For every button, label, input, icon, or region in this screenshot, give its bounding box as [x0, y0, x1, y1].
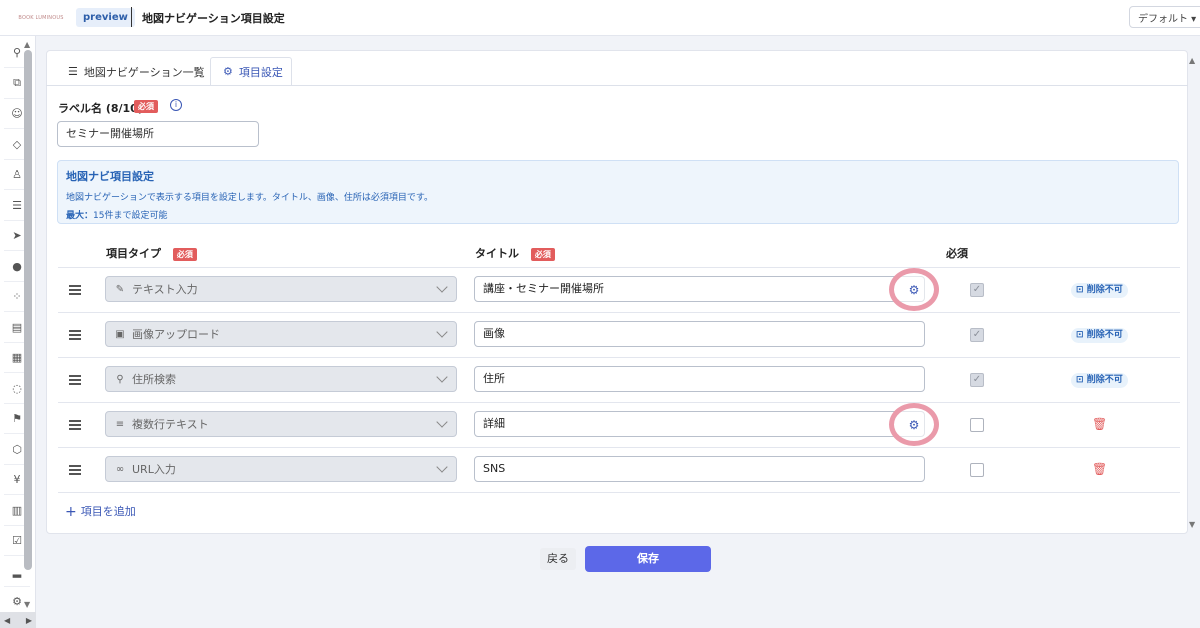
gear-icon[interactable]: ⚙: [909, 418, 920, 432]
tab-item-settings[interactable]: ⚙ 項目設定: [210, 57, 292, 86]
item-type-select[interactable]: ✎ テキスト入力: [105, 276, 457, 302]
column-header-title: タイトル 必須: [475, 245, 555, 261]
table-row: ∞ URL入力 SNS 🗑: [58, 448, 1180, 493]
gear-icon[interactable]: ⚙: [909, 283, 920, 297]
required-checkbox[interactable]: [970, 463, 984, 477]
sidebar-scrollbar-thumb[interactable]: [24, 50, 32, 570]
chevron-down-icon: [436, 461, 448, 473]
drag-handle-icon[interactable]: [69, 375, 81, 385]
item-type-select[interactable]: ≡ 複数行テキスト: [105, 411, 457, 437]
page-title: 地図ナビゲーション項目設定: [142, 12, 285, 25]
item-type-value: URL入力: [132, 463, 176, 476]
required-checkbox[interactable]: ✓: [970, 328, 984, 342]
chevron-down-icon: [436, 416, 448, 428]
drag-handle-icon[interactable]: [69, 465, 81, 475]
tab-map-navigation-list[interactable]: ☰ 地図ナビゲーション一覧: [58, 57, 208, 86]
required-checkbox[interactable]: [970, 418, 984, 432]
item-type-select[interactable]: ▣ 画像アップロード: [105, 321, 457, 347]
column-header-required: 必須: [946, 247, 968, 260]
label-name-heading: ラベル名 (8/10): [58, 102, 143, 115]
item-title-input[interactable]: SNS: [474, 456, 925, 482]
add-item-button[interactable]: + 項目を追加: [65, 503, 136, 520]
table-row: ▣ 画像アップロード 画像 ✓ ⊡ 削除不可: [58, 313, 1180, 358]
trash-icon[interactable]: 🗑: [1092, 417, 1107, 431]
scroll-right-arrow[interactable]: ▶: [26, 616, 32, 625]
lock-icon: ⊡: [1076, 330, 1087, 340]
info-box: 地図ナビ項目設定 地図ナビゲーションで表示する項目を設定します。タイトル、画像、…: [57, 160, 1179, 224]
save-button[interactable]: 保存: [585, 546, 711, 572]
required-badge: 必須: [172, 247, 197, 261]
plus-icon: +: [65, 504, 77, 520]
pin-icon: ⚲: [116, 373, 124, 385]
info-box-title: 地図ナビ項目設定: [66, 170, 154, 183]
chevron-down-icon: [436, 371, 448, 383]
table-row: ✎ テキスト入力 講座・セミナー開催場所 ⚙ ✓ ⊡ 削除不可: [58, 268, 1180, 313]
link-icon: ∞: [115, 463, 125, 475]
item-title-input[interactable]: 住所: [474, 366, 925, 392]
required-badge: 必須: [530, 247, 555, 261]
back-button[interactable]: 戻る: [540, 548, 576, 570]
image-icon: ▣: [115, 328, 125, 340]
sidebar-scroll-up-arrow[interactable]: ▲: [24, 40, 30, 49]
column-header-type: 項目タイプ 必須: [106, 245, 197, 261]
lock-icon: ⊡: [1076, 375, 1087, 385]
item-title-input[interactable]: 講座・セミナー開催場所: [474, 276, 925, 302]
top-bar: BOOK LUMINOUS preview 地図ナビゲーション項目設定 デフォル…: [0, 0, 1200, 36]
chevron-down-icon: [436, 281, 448, 293]
view-select[interactable]: デフォルト ▾: [1129, 6, 1200, 28]
undeletable-badge: ⊡ 削除不可: [1071, 373, 1128, 388]
gear-icon: ⚙: [223, 65, 233, 78]
undeletable-label: 削除不可: [1086, 330, 1123, 340]
tab-label: 地図ナビゲーション一覧: [83, 65, 205, 79]
highlight-ring: ⚙: [889, 403, 939, 446]
logo: BOOK LUMINOUS: [14, 8, 68, 28]
column-header-type-label: 項目タイプ: [106, 247, 161, 260]
table-row: ≡ 複数行テキスト 詳細 ⚙ 🗑: [58, 403, 1180, 448]
title-divider: [131, 7, 132, 27]
multiline-icon: ≡: [115, 418, 125, 430]
undeletable-badge: ⊡ 削除不可: [1071, 328, 1128, 343]
add-item-label: 項目を追加: [80, 505, 136, 518]
undeletable-label: 削除不可: [1086, 375, 1123, 385]
drag-handle-icon[interactable]: [69, 420, 81, 430]
logo-text: BOOK LUMINOUS: [18, 15, 64, 21]
undeletable-badge: ⊡ 削除不可: [1071, 283, 1128, 298]
column-header-title-label: タイトル: [475, 247, 519, 260]
drag-handle-icon[interactable]: [69, 330, 81, 340]
item-type-value: テキスト入力: [132, 283, 198, 296]
info-box-description: 地図ナビゲーションで表示する項目を設定します。タイトル、画像、住所は必須項目です…: [66, 193, 434, 203]
item-title-input[interactable]: 画像: [474, 321, 925, 347]
chevron-down-icon: [436, 326, 448, 338]
item-type-select[interactable]: ∞ URL入力: [105, 456, 457, 482]
max-label: 最大：: [66, 211, 94, 221]
preview-badge[interactable]: preview: [76, 8, 135, 27]
label-name-input[interactable]: セミナー開催場所: [57, 121, 259, 147]
item-type-select[interactable]: ⚲ 住所検索: [105, 366, 457, 392]
table-row: ⚲ 住所検索 住所 ✓ ⊡ 削除不可: [58, 358, 1180, 403]
required-checkbox[interactable]: ✓: [970, 373, 984, 387]
scroll-left-arrow[interactable]: ◀: [4, 616, 10, 625]
drag-handle-icon[interactable]: [69, 285, 81, 295]
pencil-icon: ✎: [115, 283, 125, 295]
undeletable-label: 削除不可: [1086, 285, 1123, 295]
sidebar-horizontal-scrollbar[interactable]: ◀ ▶: [0, 612, 36, 628]
trash-icon[interactable]: 🗑: [1092, 462, 1107, 476]
required-badge: 必須: [134, 100, 158, 113]
tab-underline: [46, 85, 1188, 86]
lock-icon: ⊡: [1076, 285, 1087, 295]
sidebar-scroll-down-arrow[interactable]: ▼: [24, 600, 30, 609]
item-title-input[interactable]: 詳細: [474, 411, 925, 437]
info-box-max: 最大：15件まで設定可能: [66, 208, 167, 221]
list-icon: ☰: [68, 65, 78, 78]
page-scroll-down-arrow[interactable]: ▼: [1189, 520, 1195, 529]
max-value: 15件まで設定可能: [93, 211, 168, 221]
highlight-ring: ⚙: [889, 268, 939, 311]
required-checkbox[interactable]: ✓: [970, 283, 984, 297]
item-type-value: 複数行テキスト: [132, 418, 209, 431]
page-scroll-up-arrow[interactable]: ▲: [1189, 56, 1195, 65]
item-type-value: 住所検索: [132, 373, 176, 386]
item-type-value: 画像アップロード: [132, 328, 220, 341]
tab-label: 項目設定: [238, 65, 283, 79]
info-icon[interactable]: i: [170, 99, 182, 111]
